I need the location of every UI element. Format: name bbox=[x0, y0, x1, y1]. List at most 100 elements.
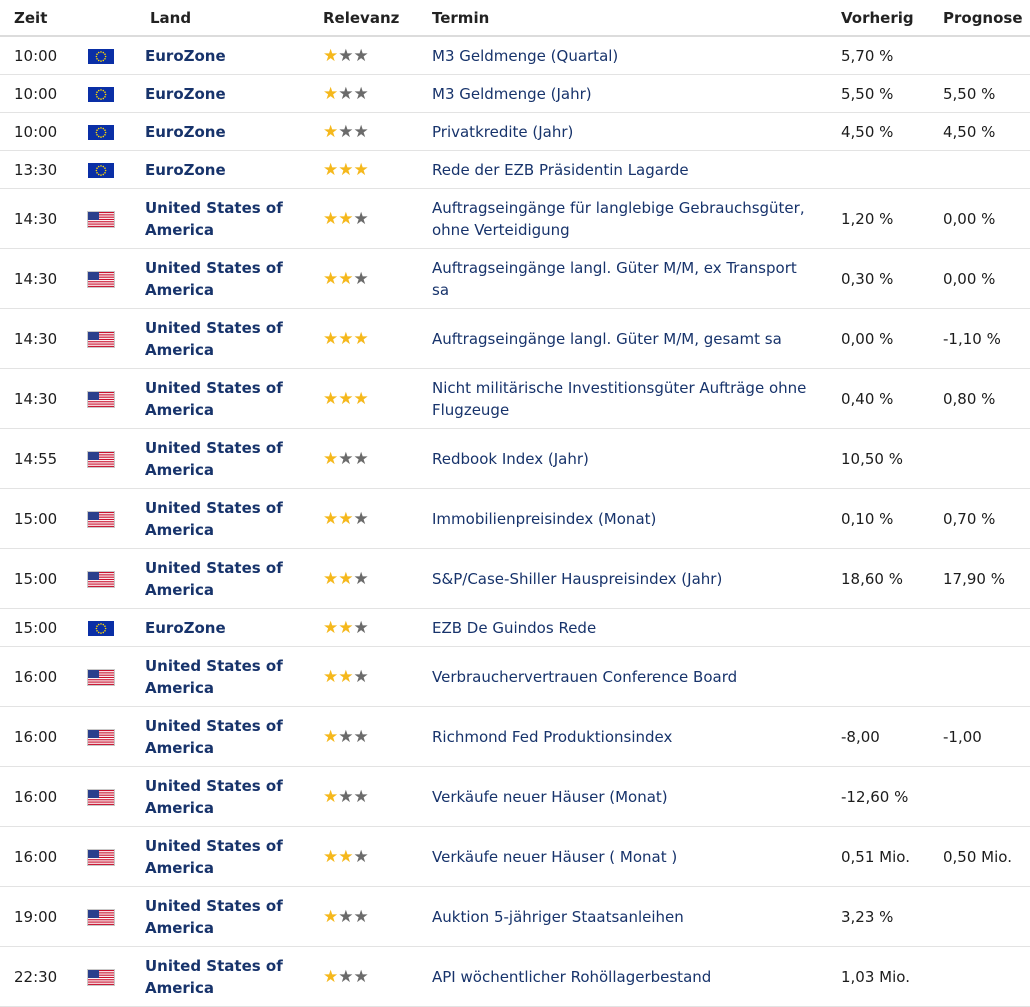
eu-flag-icon bbox=[88, 86, 114, 102]
previous-value: 0,00 % bbox=[827, 308, 929, 369]
event-title-link[interactable]: Immobilienpreisindex (Monat) bbox=[418, 488, 827, 549]
header-time[interactable]: Zeit bbox=[0, 0, 78, 37]
header-country[interactable]: Land bbox=[136, 0, 313, 37]
relevance-rating: ★★★ bbox=[313, 74, 418, 113]
header-previous[interactable]: Vorherig bbox=[827, 0, 929, 37]
relevance-rating: ★★★ bbox=[313, 646, 418, 707]
table-row[interactable]: 15:00 United States of America ★★★ S&P/C… bbox=[0, 548, 1030, 609]
table-row[interactable]: 22:30 United States of America ★★★ API w… bbox=[0, 946, 1030, 1007]
us-flag-icon bbox=[88, 391, 114, 407]
forecast-value: 0,50 Mio. bbox=[929, 826, 1030, 887]
event-title-link[interactable]: Privatkredite (Jahr) bbox=[418, 112, 827, 151]
star-icon: ★ bbox=[338, 388, 354, 409]
previous-value: 5,50 % bbox=[827, 74, 929, 113]
country-flag-cell bbox=[78, 826, 136, 887]
relevance-rating: ★★★ bbox=[313, 428, 418, 489]
us-flag-icon bbox=[88, 571, 114, 587]
country-link[interactable]: United States of America bbox=[136, 188, 313, 249]
relevance-rating: ★★★ bbox=[313, 308, 418, 369]
star-icon: ★ bbox=[353, 966, 369, 987]
table-row[interactable]: 10:00 EuroZone ★★★ Privatkredite (Jahr) … bbox=[0, 112, 1030, 151]
country-link[interactable]: United States of America bbox=[136, 548, 313, 609]
header-flag bbox=[78, 0, 136, 37]
us-flag-icon bbox=[88, 211, 114, 227]
country-link[interactable]: United States of America bbox=[136, 368, 313, 429]
previous-value: 0,10 % bbox=[827, 488, 929, 549]
table-row[interactable]: 16:00 United States of America ★★★ Verkä… bbox=[0, 826, 1030, 887]
star-icon: ★ bbox=[338, 906, 354, 927]
event-time: 10:00 bbox=[0, 36, 78, 75]
event-title-link[interactable]: M3 Geldmenge (Quartal) bbox=[418, 36, 827, 75]
table-row[interactable]: 14:30 United States of America ★★★ Auftr… bbox=[0, 308, 1030, 369]
relevance-stars: ★★★ bbox=[323, 619, 369, 637]
event-title-link[interactable]: Auftragseingänge langl. Güter M/M, ex Tr… bbox=[418, 248, 827, 309]
country-link[interactable]: United States of America bbox=[136, 488, 313, 549]
us-flag-icon bbox=[88, 789, 114, 805]
relevance-stars: ★★★ bbox=[323, 908, 369, 926]
event-title-link[interactable]: Verkäufe neuer Häuser ( Monat ) bbox=[418, 826, 827, 887]
event-title-link[interactable]: API wöchentlicher Rohöllagerbestand bbox=[418, 946, 827, 1007]
table-row[interactable]: 14:30 United States of America ★★★ Nicht… bbox=[0, 368, 1030, 429]
country-link[interactable]: EuroZone bbox=[136, 608, 313, 647]
country-link[interactable]: EuroZone bbox=[136, 112, 313, 151]
event-time: 14:30 bbox=[0, 308, 78, 369]
table-row[interactable]: 16:00 United States of America ★★★ Verkä… bbox=[0, 766, 1030, 827]
forecast-value: 0,00 % bbox=[929, 248, 1030, 309]
star-icon: ★ bbox=[338, 726, 354, 747]
header-event[interactable]: Termin bbox=[418, 0, 827, 37]
table-row[interactable]: 10:00 EuroZone ★★★ M3 Geldmenge (Quartal… bbox=[0, 36, 1030, 75]
table-row[interactable]: 13:30 EuroZone ★★★ Rede der EZB Präsiden… bbox=[0, 150, 1030, 189]
table-row[interactable]: 16:00 United States of America ★★★ Richm… bbox=[0, 706, 1030, 767]
table-row[interactable]: 15:00 United States of America ★★★ Immob… bbox=[0, 488, 1030, 549]
star-icon: ★ bbox=[338, 448, 354, 469]
country-link[interactable]: United States of America bbox=[136, 308, 313, 369]
country-link[interactable]: United States of America bbox=[136, 706, 313, 767]
country-link[interactable]: EuroZone bbox=[136, 74, 313, 113]
header-relevance[interactable]: Relevanz bbox=[313, 0, 418, 37]
country-flag-cell bbox=[78, 368, 136, 429]
star-icon: ★ bbox=[338, 328, 354, 349]
country-link[interactable]: United States of America bbox=[136, 946, 313, 1007]
event-title-link[interactable]: EZB De Guindos Rede bbox=[418, 608, 827, 647]
star-icon: ★ bbox=[323, 159, 339, 180]
event-title-link[interactable]: Auftragseingänge langl. Güter M/M, gesam… bbox=[418, 308, 827, 369]
table-row[interactable]: 10:00 EuroZone ★★★ M3 Geldmenge (Jahr) 5… bbox=[0, 74, 1030, 113]
table-row[interactable]: 19:00 United States of America ★★★ Aukti… bbox=[0, 886, 1030, 947]
relevance-stars: ★★★ bbox=[323, 510, 369, 528]
table-row[interactable]: 14:55 United States of America ★★★ Redbo… bbox=[0, 428, 1030, 489]
event-title-link[interactable]: Richmond Fed Produktionsindex bbox=[418, 706, 827, 767]
table-row[interactable]: 15:00 EuroZone ★★★ EZB De Guindos Rede bbox=[0, 608, 1030, 647]
event-title-link[interactable]: Verbrauchervertrauen Conference Board bbox=[418, 646, 827, 707]
event-time: 13:30 bbox=[0, 150, 78, 189]
table-row[interactable]: 16:00 United States of America ★★★ Verbr… bbox=[0, 646, 1030, 707]
table-row[interactable]: 14:30 United States of America ★★★ Auftr… bbox=[0, 248, 1030, 309]
country-flag-cell bbox=[78, 946, 136, 1007]
country-link[interactable]: United States of America bbox=[136, 428, 313, 489]
country-link[interactable]: United States of America bbox=[136, 886, 313, 947]
country-link[interactable]: United States of America bbox=[136, 248, 313, 309]
previous-value: 5,70 % bbox=[827, 36, 929, 75]
event-title-link[interactable]: S&P/Case-Shiller Hauspreisindex (Jahr) bbox=[418, 548, 827, 609]
event-title-link[interactable]: Auftragseingänge für langlebige Gebrauch… bbox=[418, 188, 827, 249]
country-link[interactable]: United States of America bbox=[136, 766, 313, 827]
event-title-link[interactable]: M3 Geldmenge (Jahr) bbox=[418, 74, 827, 113]
table-row[interactable]: 14:30 United States of America ★★★ Auftr… bbox=[0, 188, 1030, 249]
event-title-link[interactable]: Nicht militärische Investitionsgüter Auf… bbox=[418, 368, 827, 429]
country-link[interactable]: EuroZone bbox=[136, 36, 313, 75]
event-title-link[interactable]: Redbook Index (Jahr) bbox=[418, 428, 827, 489]
country-link[interactable]: United States of America bbox=[136, 646, 313, 707]
event-title-link[interactable]: Auktion 5-jähriger Staatsanleihen bbox=[418, 886, 827, 947]
star-icon: ★ bbox=[353, 159, 369, 180]
event-title-link[interactable]: Rede der EZB Präsidentin Lagarde bbox=[418, 150, 827, 189]
event-title-link[interactable]: Verkäufe neuer Häuser (Monat) bbox=[418, 766, 827, 827]
star-icon: ★ bbox=[323, 208, 339, 229]
star-icon: ★ bbox=[353, 726, 369, 747]
star-icon: ★ bbox=[353, 45, 369, 66]
forecast-value: 17,90 % bbox=[929, 548, 1030, 609]
event-time: 16:00 bbox=[0, 766, 78, 827]
header-forecast[interactable]: Prognose bbox=[929, 0, 1030, 37]
star-icon: ★ bbox=[323, 268, 339, 289]
country-link[interactable]: United States of America bbox=[136, 826, 313, 887]
country-link[interactable]: EuroZone bbox=[136, 150, 313, 189]
star-icon: ★ bbox=[323, 906, 339, 927]
